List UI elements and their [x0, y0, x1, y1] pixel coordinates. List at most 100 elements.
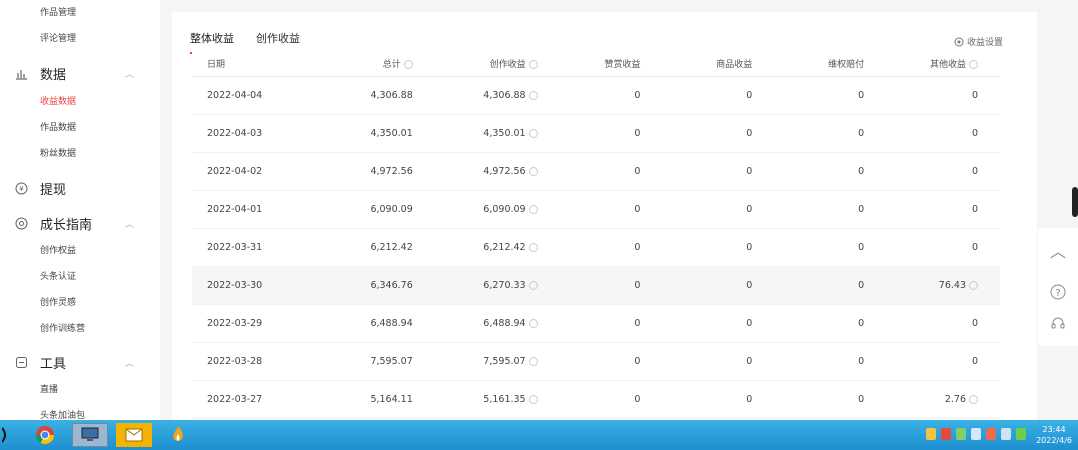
- info-icon[interactable]: [969, 280, 978, 290]
- cell-date: 2022-04-02: [192, 152, 302, 191]
- sidebar-group-label: 提现: [40, 183, 67, 198]
- cell-other: 0: [870, 304, 1000, 343]
- info-icon[interactable]: [528, 60, 538, 70]
- tab-overall-revenue[interactable]: 整体收益: [190, 30, 234, 54]
- cell-creation: 6,090.09: [416, 190, 542, 229]
- growth-icon: [14, 217, 28, 231]
- sidebar-item-training[interactable]: 创作训练营: [40, 321, 85, 334]
- cell-creation: 5,161.35: [416, 380, 542, 419]
- chrome-icon[interactable]: [27, 423, 63, 447]
- start-button-icon[interactable]: [0, 423, 14, 447]
- cell-total: 7,595.07: [301, 342, 417, 381]
- tray-app-icon[interactable]: [956, 428, 966, 440]
- cell-creation: 4,350.01: [416, 114, 542, 153]
- revenue-table-body: 2022-04-04 4,306.88 4,306.88 0 0 0 0 2022-04-03…: [192, 76, 1000, 419]
- cell-date: 2022-04-03: [192, 114, 302, 153]
- cell-other: 0: [870, 152, 1000, 191]
- computer-icon[interactable]: [72, 423, 108, 447]
- cell-other: 0: [870, 76, 1000, 115]
- cell-date: 2022-03-30: [192, 266, 302, 305]
- cell-creation: 7,595.07: [416, 342, 542, 381]
- info-icon[interactable]: [528, 356, 538, 366]
- cell-goods: 0: [646, 304, 759, 343]
- cell-rights: 0: [758, 76, 871, 115]
- network-icon[interactable]: [1001, 428, 1011, 440]
- cell-date: 2022-03-29: [192, 304, 302, 343]
- revenue-settings-link[interactable]: 收益设置: [954, 35, 1003, 48]
- cell-rights: 0: [758, 152, 871, 191]
- chevron-up-icon[interactable]: ︿: [125, 67, 134, 80]
- sidebar-item-rights[interactable]: 创作权益: [40, 243, 76, 256]
- cell-other: 0: [870, 114, 1000, 153]
- sidebar-group-data[interactable]: 数据 ︿: [14, 64, 134, 83]
- info-icon[interactable]: [528, 204, 538, 214]
- info-icon[interactable]: [528, 128, 538, 138]
- customer-service-icon[interactable]: [1038, 316, 1078, 336]
- cell-appreciation: 0: [541, 76, 647, 115]
- sidebar-item-inspiration[interactable]: 创作灵感: [40, 295, 76, 308]
- sidebar-item-boost-pack[interactable]: 头条加油包: [40, 408, 85, 420]
- info-icon[interactable]: [528, 280, 538, 290]
- info-icon[interactable]: [528, 242, 538, 252]
- chevron-up-icon[interactable]: ︿: [125, 217, 134, 230]
- table-row: 2022-04-03 4,350.01 4,350.01 0 0 0 0: [192, 114, 1000, 153]
- cell-appreciation: 0: [541, 190, 647, 229]
- sidebar-item-comments-manage[interactable]: 评论管理: [40, 31, 76, 44]
- cell-total: 6,346.76: [301, 266, 417, 305]
- table-row: 2022-03-29 6,488.94 6,488.94 0 0 0 0: [192, 304, 1000, 343]
- volume-icon[interactable]: [1016, 428, 1026, 440]
- settings-icon: [954, 37, 964, 46]
- sidebar: 作品管理 评论管理 数据 ︿ 收益数据 作品数据 粉丝数据 ¥ 提现 成长指南 …: [0, 0, 160, 420]
- info-icon[interactable]: [528, 394, 538, 404]
- sidebar-group-growth[interactable]: 成长指南 ︿: [14, 214, 134, 233]
- back-to-top-icon[interactable]: ︿: [1038, 238, 1078, 262]
- sidebar-item-works-manage[interactable]: 作品管理: [40, 5, 76, 18]
- system-clock[interactable]: 23:44 2022/4/6: [1036, 424, 1072, 446]
- sidebar-group-withdraw[interactable]: ¥ 提现: [14, 179, 134, 198]
- cell-appreciation: 0: [541, 152, 647, 191]
- cell-creation: 4,972.56: [416, 152, 542, 191]
- info-icon[interactable]: [528, 90, 538, 100]
- info-icon[interactable]: [969, 394, 978, 404]
- info-icon[interactable]: [969, 60, 978, 70]
- mail-app-icon[interactable]: [116, 423, 152, 447]
- col-header-other: 其他收益: [870, 52, 1000, 77]
- sidebar-group-label: 成长指南: [40, 218, 93, 233]
- cell-rights: 0: [758, 304, 871, 343]
- scrollbar-thumb[interactable]: [1072, 187, 1078, 217]
- info-icon[interactable]: [528, 166, 538, 176]
- info-icon[interactable]: [528, 318, 538, 328]
- tray-app-icon[interactable]: [986, 428, 996, 440]
- cell-creation: 6,270.33: [416, 266, 542, 305]
- sidebar-item-live[interactable]: 直播: [40, 382, 58, 395]
- sidebar-group-label: 数据: [40, 68, 67, 83]
- chevron-up-icon[interactable]: ︿: [125, 356, 134, 369]
- table-row: 2022-03-30 6,346.76 6,270.33 0 0 0 76.43: [192, 266, 1000, 305]
- cell-total: 4,306.88: [301, 76, 417, 115]
- table-row: 2022-04-04 4,306.88 4,306.88 0 0 0 0: [192, 76, 1000, 115]
- flame-app-icon[interactable]: [160, 423, 196, 447]
- revenue-table: 日期 总计 创作收益 赞赏收益 商品收益 维权赔付 其他收益 2022-04-0…: [192, 52, 1000, 419]
- sidebar-item-revenue-data[interactable]: 收益数据: [40, 94, 76, 107]
- cell-total: 5,164.11: [301, 380, 417, 419]
- sidebar-item-certification[interactable]: 头条认证: [40, 269, 76, 282]
- table-row: 2022-04-01 6,090.09 6,090.09 0 0 0 0: [192, 190, 1000, 229]
- windows-taskbar: 23:44 2022/4/6: [0, 420, 1078, 450]
- sidebar-group-tools[interactable]: 工具 ︿: [14, 353, 134, 372]
- col-header-appreciation: 赞赏收益: [541, 52, 647, 77]
- cell-total: 4,972.56: [301, 152, 417, 191]
- cell-goods: 0: [646, 152, 759, 191]
- cell-goods: 0: [646, 228, 759, 267]
- sidebar-item-works-data[interactable]: 作品数据: [40, 120, 76, 133]
- tools-icon: [14, 356, 28, 370]
- tray-app-icon[interactable]: [971, 428, 981, 440]
- tray-app-icon[interactable]: [941, 428, 951, 440]
- info-icon[interactable]: [403, 60, 413, 70]
- sidebar-item-fans-data[interactable]: 粉丝数据: [40, 146, 76, 159]
- cell-total: 6,212.42: [301, 228, 417, 267]
- tab-creation-revenue[interactable]: 创作收益: [256, 30, 300, 54]
- help-icon[interactable]: ?: [1038, 284, 1078, 304]
- cell-creation: 6,488.94: [416, 304, 542, 343]
- col-header-rights-compensation: 维权赔付: [758, 52, 871, 77]
- tray-app-icon[interactable]: [926, 428, 936, 440]
